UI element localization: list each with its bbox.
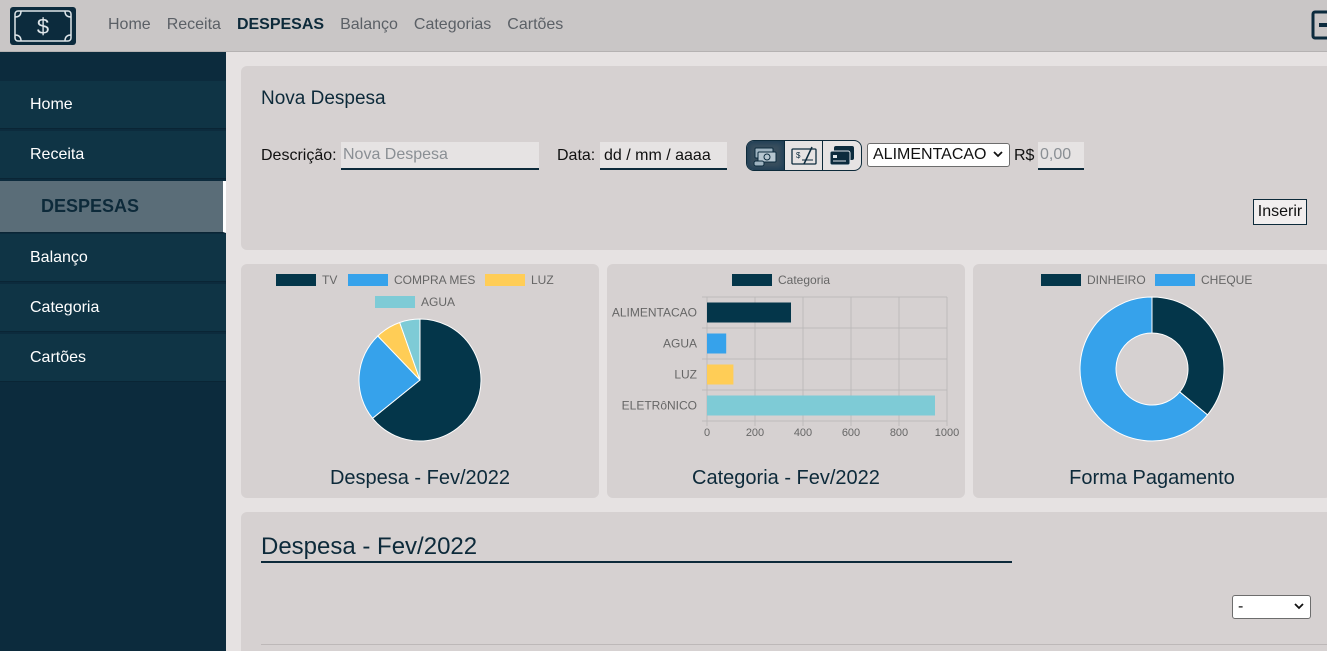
topnav-categorias[interactable]: Categorias xyxy=(414,16,491,34)
currency-label: R$ xyxy=(1014,147,1035,164)
pagamento-chart-title: Forma Pagamento xyxy=(1069,467,1235,489)
categoria-chart-title: Categoria - Fev/2022 xyxy=(692,467,880,489)
payment-method-group: $ xyxy=(746,140,862,171)
pagamento-doughnut-chart xyxy=(1079,296,1225,442)
chevron-down-icon xyxy=(1294,603,1304,610)
dinheiro-button[interactable] xyxy=(747,141,785,170)
sidebar-item-label: Cartões xyxy=(30,348,87,366)
valor-input[interactable] xyxy=(1038,142,1084,170)
svg-text:$: $ xyxy=(796,151,801,160)
despesa-chart-card: TV COMPRA MES LUZ AGUA Despesa - Fev/202… xyxy=(241,264,599,498)
x-tick-label: 0 xyxy=(704,427,710,439)
sidebar-item-label: Home xyxy=(30,95,73,113)
topnav-home[interactable]: Home xyxy=(108,16,151,34)
sidebar-item-label: Receita xyxy=(30,145,85,163)
sidebar-item-receita[interactable]: Receita xyxy=(0,131,226,179)
top-navbar: $ Home Receita DESPESAS Balanço Categori… xyxy=(0,0,1327,52)
y-tick-label: ALIMENTACAO xyxy=(612,306,697,320)
cartao-button[interactable] xyxy=(823,141,861,170)
cheque-button[interactable]: $ xyxy=(785,141,823,170)
top-nav-menu: Home Receita DESPESAS Balanço Categorias… xyxy=(108,16,563,34)
svg-text:$: $ xyxy=(37,14,49,39)
topnav-balanco[interactable]: Balanço xyxy=(340,16,398,34)
category-select-value: ALIMENTACAO xyxy=(873,146,987,163)
filter-select[interactable]: - xyxy=(1232,595,1311,619)
descricao-label: Descrição: xyxy=(261,147,337,164)
sidebar-item-label: Categoria xyxy=(30,298,100,316)
topnav-receita[interactable]: Receita xyxy=(167,16,221,34)
data-label: Data: xyxy=(557,147,596,164)
pagamento-chart-card: DINHEIRO CHEQUE Forma Pagamento xyxy=(973,264,1327,498)
y-tick-label: AGUA xyxy=(663,337,697,351)
bar-eletr-nico[interactable] xyxy=(707,395,935,416)
sidebar-item-categoria[interactable]: Categoria xyxy=(0,284,226,332)
x-tick-label: 1000 xyxy=(935,427,959,439)
y-tick-label: LUZ xyxy=(674,368,697,382)
despesa-chart-title: Despesa - Fev/2022 xyxy=(329,467,511,489)
sidebar-item-cartoes[interactable]: Cartões xyxy=(0,334,226,382)
categoria-chart-card: Categoria 0 200 400 600 800 1000 ALIMENTACAO AG… xyxy=(607,264,965,498)
nova-despesa-card: Nova Despesa Descrição: Data: dd / mm / … xyxy=(241,66,1327,250)
date-placeholder: dd / mm / aaaa xyxy=(604,147,711,164)
list-title: Despesa - Fev/2022 xyxy=(261,533,478,560)
inserir-label: Inserir xyxy=(1257,203,1303,220)
x-tick-label: 800 xyxy=(890,427,908,439)
slice-dinheiro[interactable] xyxy=(1151,296,1225,416)
category-select[interactable]: ALIMENTACAO xyxy=(867,143,1010,167)
descricao-input[interactable] xyxy=(341,142,539,170)
cheque-icon: $ xyxy=(790,146,817,165)
sidebar-item-balanco[interactable]: Balanço xyxy=(0,234,226,282)
money-logo-icon[interactable]: $ xyxy=(9,6,77,46)
title-underline xyxy=(261,561,1012,563)
bar-agua[interactable] xyxy=(707,333,727,354)
sidebar-item-label: Balanço xyxy=(30,248,88,266)
despesa-pie-chart xyxy=(358,318,482,442)
sidebar-item-home[interactable]: Home xyxy=(0,81,226,129)
sidebar-item-despesas[interactable]: DESPESAS xyxy=(0,181,226,233)
topnav-despesas[interactable]: DESPESAS xyxy=(237,16,324,34)
filter-select-value: - xyxy=(1238,598,1244,615)
categoria-bar-chart: 0 200 400 600 800 1000 ALIMENTACAO AGUA LUZ ELETR… xyxy=(612,296,959,439)
sidebar: Home Receita DESPESAS Balanço Categoria … xyxy=(0,52,226,651)
bar-alimentacao[interactable] xyxy=(707,302,791,323)
logout-icon[interactable] xyxy=(1311,10,1327,40)
x-tick-label: 600 xyxy=(842,427,860,439)
topnav-cartoes[interactable]: Cartões xyxy=(507,16,563,34)
despesa-list-card: Despesa - Fev/2022 - xyxy=(241,512,1327,651)
credit-card-icon xyxy=(829,145,854,165)
y-tick-label: ELETRôNICO xyxy=(622,399,697,413)
cash-stack-icon xyxy=(753,147,776,166)
date-input[interactable]: dd / mm / aaaa xyxy=(600,142,727,170)
sidebar-item-label: DESPESAS xyxy=(41,196,140,216)
form-title: Nova Despesa xyxy=(261,88,386,109)
inserir-button[interactable]: Inserir xyxy=(1253,199,1307,225)
list-divider xyxy=(261,644,1327,645)
x-tick-label: 200 xyxy=(746,427,764,439)
chevron-down-icon xyxy=(993,151,1003,158)
x-tick-label: 400 xyxy=(794,427,812,439)
bar-luz[interactable] xyxy=(707,364,734,385)
